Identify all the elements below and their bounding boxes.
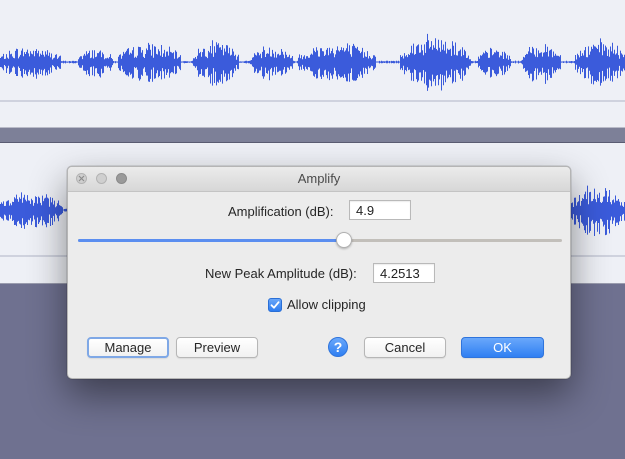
- help-icon[interactable]: ?: [328, 337, 348, 357]
- manage-button[interactable]: Manage: [87, 337, 169, 358]
- slider-fill: [78, 239, 345, 242]
- new-peak-amplitude-label: New Peak Amplitude (dB):: [205, 266, 357, 281]
- track-separator: [0, 128, 625, 143]
- dialog-title: Amplify: [297, 171, 341, 186]
- amplify-dialog: Amplify Amplification (dB): New Peak Amp…: [67, 166, 571, 379]
- audio-track-1[interactable]: [0, 0, 625, 128]
- preview-button[interactable]: Preview: [176, 337, 258, 358]
- amplification-input[interactable]: [349, 200, 411, 220]
- track-divider: [0, 100, 625, 102]
- cancel-button[interactable]: Cancel: [364, 337, 446, 358]
- allow-clipping-label[interactable]: Allow clipping: [287, 297, 366, 312]
- amplification-label: Amplification (dB):: [228, 204, 334, 219]
- amplification-slider[interactable]: [78, 231, 562, 251]
- dialog-titlebar[interactable]: Amplify: [68, 167, 570, 192]
- new-peak-amplitude-input[interactable]: [373, 263, 435, 283]
- checkmark-icon: [270, 301, 280, 309]
- waveform-track-1: [0, 33, 625, 91]
- allow-clipping-checkbox[interactable]: [268, 298, 282, 312]
- slider-thumb[interactable]: [336, 232, 353, 248]
- ok-button[interactable]: OK: [461, 337, 544, 358]
